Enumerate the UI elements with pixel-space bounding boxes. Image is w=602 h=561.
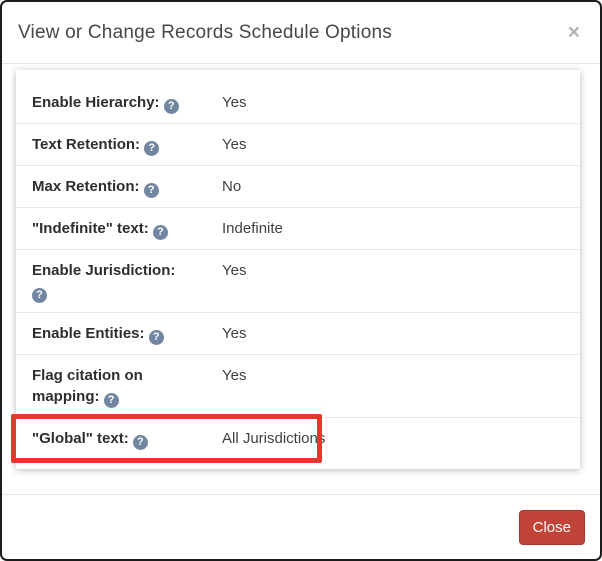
modal-header: View or Change Records Schedule Options …: [2, 2, 600, 64]
option-label: Flag citation on mapping: ?: [32, 365, 222, 407]
help-icon[interactable]: ?: [104, 393, 119, 408]
help-icon[interactable]: ?: [32, 288, 47, 303]
option-row: Enable Hierarchy: ? Yes: [16, 82, 580, 124]
option-value: Yes: [222, 365, 564, 407]
option-label: Enable Entities: ?: [32, 323, 222, 344]
option-row: Max Retention: ? No: [16, 166, 580, 208]
option-label: Enable Jurisdiction: ?: [32, 260, 222, 302]
help-icon[interactable]: ?: [153, 225, 168, 240]
option-value: Yes: [222, 134, 564, 155]
records-schedule-options-modal: View or Change Records Schedule Options …: [0, 0, 602, 561]
option-value: Yes: [222, 92, 564, 113]
option-row: Enable Jurisdiction: ? Yes: [16, 250, 580, 313]
close-icon[interactable]: ×: [564, 20, 584, 45]
modal-footer: Close: [2, 494, 600, 559]
option-label-text: Max Retention:: [32, 178, 140, 195]
help-icon[interactable]: ?: [144, 141, 159, 156]
option-value: Yes: [222, 260, 564, 302]
modal-title: View or Change Records Schedule Options: [18, 22, 392, 44]
help-icon[interactable]: ?: [149, 330, 164, 345]
option-row: "Indefinite" text: ? Indefinite: [16, 208, 580, 250]
option-value: Indefinite: [222, 218, 564, 239]
close-button[interactable]: Close: [519, 510, 585, 545]
option-row: Flag citation on mapping: ? Yes: [16, 355, 580, 418]
option-row: "Global" text: ? All Jurisdictions: [16, 418, 580, 459]
option-label-text: mapping:: [32, 388, 100, 405]
option-row: Text Retention: ? Yes: [16, 124, 580, 166]
option-label: "Global" text: ?: [32, 428, 222, 449]
option-value: Yes: [222, 323, 564, 344]
option-label-text: "Indefinite" text:: [32, 220, 149, 237]
option-label: Max Retention: ?: [32, 176, 222, 197]
option-label-text: Enable Hierarchy:: [32, 94, 160, 111]
options-card: Enable Hierarchy: ? Yes Text Retention: …: [16, 70, 580, 469]
option-label-text: Text Retention:: [32, 136, 140, 153]
option-value: All Jurisdictions: [222, 428, 564, 449]
help-icon[interactable]: ?: [133, 435, 148, 450]
option-row: Enable Entities: ? Yes: [16, 313, 580, 355]
option-label: "Indefinite" text: ?: [32, 218, 222, 239]
option-label: Text Retention: ?: [32, 134, 222, 155]
option-label-text: Flag citation on: [32, 367, 143, 384]
option-label-text: "Global" text:: [32, 430, 129, 447]
help-icon[interactable]: ?: [164, 99, 179, 114]
modal-body: Enable Hierarchy: ? Yes Text Retention: …: [2, 64, 600, 494]
option-value: No: [222, 176, 564, 197]
option-label-text: Enable Entities:: [32, 325, 145, 342]
option-label: Enable Hierarchy: ?: [32, 92, 222, 113]
option-label-text: Enable Jurisdiction:: [32, 262, 175, 279]
help-icon[interactable]: ?: [144, 183, 159, 198]
